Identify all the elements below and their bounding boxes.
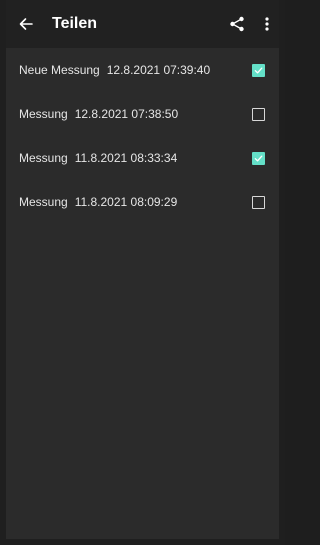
share-button[interactable] [219, 0, 255, 48]
select-checkbox[interactable] [252, 63, 265, 77]
select-checkbox[interactable] [252, 151, 265, 165]
arrow-left-icon [19, 18, 33, 30]
list-item[interactable]: Messung 11.8.2021 08:09:29 [6, 180, 279, 224]
check-icon [254, 66, 263, 74]
measurement-name: Messung [19, 107, 68, 121]
measurement-datetime: 11.8.2021 08:33:34 [74, 151, 178, 165]
share-icon [230, 16, 244, 32]
list-item[interactable]: Neue Messung 12.8.2021 07:39:40 [6, 48, 279, 92]
measurement-list: Neue Messung 12.8.2021 07:39:40 Messung 12.… [6, 48, 279, 224]
select-checkbox[interactable] [252, 195, 265, 209]
measurement-label: Messung 11.8.2021 08:33:34 [19, 151, 252, 165]
measurement-label: Messung 12.8.2021 07:38:50 [19, 107, 252, 121]
list-item[interactable]: Messung 12.8.2021 07:38:50 [6, 92, 279, 136]
select-checkbox[interactable] [252, 107, 265, 121]
check-icon [254, 154, 263, 162]
measurement-datetime: 12.8.2021 07:38:50 [74, 107, 179, 121]
measurement-name: Neue Messung [19, 63, 100, 77]
measurement-datetime: 12.8.2021 07:39:40 [106, 63, 211, 77]
back-button[interactable] [6, 0, 46, 48]
measurement-label: Messung 11.8.2021 08:09:29 [19, 195, 252, 209]
measurement-datetime: 11.8.2021 08:09:29 [74, 195, 178, 209]
more-vert-icon [265, 17, 269, 31]
measurement-name: Messung [19, 195, 68, 209]
overflow-menu-button[interactable] [255, 0, 279, 48]
share-screen: Teilen Neue Messung 12.8.2021 07:39:40 Mes… [0, 0, 285, 545]
app-bar: Teilen [6, 0, 279, 48]
page-title: Teilen [52, 15, 98, 32]
measurement-label: Neue Messung 12.8.2021 07:39:40 [19, 63, 252, 77]
measurement-name: Messung [19, 151, 68, 165]
list-item[interactable]: Messung 11.8.2021 08:33:34 [6, 136, 279, 180]
